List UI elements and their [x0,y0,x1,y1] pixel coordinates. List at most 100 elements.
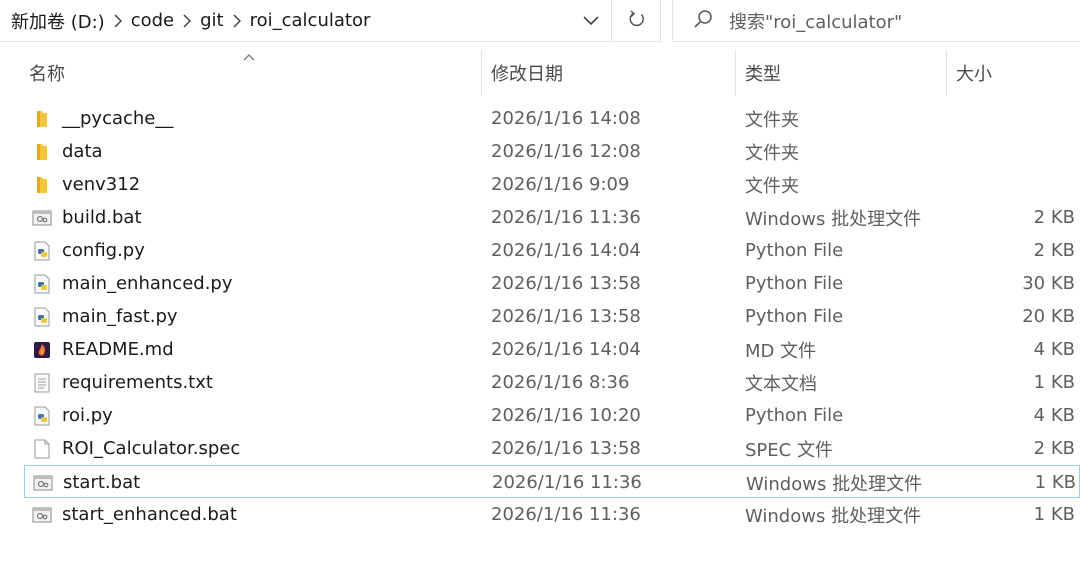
file-type: 文本文档 [745,373,817,395]
file-name: data [62,141,103,162]
file-name: requirements.txt [62,372,213,393]
file-date: 2026/1/16 12:08 [491,141,641,162]
file-size [960,102,1075,135]
column-divider[interactable] [946,50,947,96]
python-file-icon [31,300,53,333]
file-type: Windows 批处理文件 [745,208,922,230]
chevron-right-icon[interactable] [224,0,250,42]
file-name: __pycache__ [62,108,174,129]
file-row[interactable]: start_enhanced.bat 2026/1/16 11:36 Windo… [0,498,1080,531]
batch-file-icon [32,466,54,499]
column-divider[interactable] [735,50,736,96]
batch-file-icon [31,201,53,234]
chevron-down-icon[interactable] [572,0,610,42]
file-size: 2 KB [1033,207,1075,228]
file-type: 文件夹 [745,175,799,197]
file-row[interactable]: venv312 2026/1/16 9:09 文件夹 [0,168,1080,201]
file-type: Windows 批处理文件 [746,473,923,495]
file-date: 2026/1/16 14:08 [491,108,641,129]
file-date: 2026/1/16 13:58 [491,273,641,294]
python-file-icon [31,399,53,432]
file-name: ROI_Calculator.spec [62,438,241,459]
folder-icon [31,168,53,201]
file-row[interactable]: data 2026/1/16 12:08 文件夹 [0,135,1080,168]
search-input[interactable]: 搜索"roi_calculator" [729,8,902,34]
file-date: 2026/1/16 11:36 [491,504,641,525]
file-date: 2026/1/16 13:58 [491,438,641,459]
file-row[interactable]: README.md 2026/1/16 14:04 MD 文件 4 KB [0,333,1080,366]
file-size: 20 KB [1022,306,1075,327]
file-date: 2026/1/16 9:09 [491,174,630,195]
file-type: Python File [745,306,844,327]
file-date: 2026/1/16 14:04 [491,339,641,360]
file-date: 2026/1/16 13:58 [491,306,641,327]
column-divider[interactable] [481,50,482,96]
file-size [960,135,1075,168]
file-date: 2026/1/16 10:20 [491,405,641,426]
file-size: 4 KB [1033,339,1075,360]
column-header-row: 名称 修改日期 类型 大小 [0,50,1080,96]
file-row[interactable]: build.bat 2026/1/16 11:36 Windows 批处理文件 … [0,201,1080,234]
breadcrumb-code[interactable]: code [131,10,174,31]
search-box[interactable]: 搜索"roi_calculator" [672,0,1080,42]
file-row[interactable]: config.py 2026/1/16 14:04 Python File 2 … [0,234,1080,267]
file-name: main_fast.py [62,306,178,327]
file-type: 文件夹 [745,142,799,164]
blank-file-icon [31,432,53,465]
search-icon [693,9,713,33]
chevron-right-icon[interactable] [105,0,131,42]
file-name: venv312 [62,174,141,195]
file-size: 2 KB [1033,240,1075,261]
refresh-icon [628,9,646,33]
sort-ascending-icon [243,46,255,65]
folder-icon [31,102,53,135]
file-date: 2026/1/16 8:36 [491,372,630,393]
file-name: README.md [62,339,174,360]
file-name: roi.py [62,405,113,426]
refresh-button[interactable] [613,0,661,42]
file-type: Python File [745,405,844,426]
file-size: 4 KB [1033,405,1075,426]
file-row[interactable]: __pycache__ 2026/1/16 14:08 文件夹 [0,102,1080,135]
folder-icon [31,135,53,168]
file-size: 1 KB [1033,372,1075,393]
breadcrumb-current-folder[interactable]: roi_calculator [250,10,371,31]
file-name: config.py [62,240,145,261]
file-row[interactable]: ROI_Calculator.spec 2026/1/16 13:58 SPEC… [0,432,1080,465]
file-row[interactable]: roi.py 2026/1/16 10:20 Python File 4 KB [0,399,1080,432]
file-row[interactable]: main_enhanced.py 2026/1/16 13:58 Python … [0,267,1080,300]
address-bar[interactable]: 新加卷 (D:) code git roi_calculator [0,0,612,42]
file-size: 2 KB [1033,438,1075,459]
python-file-icon [31,234,53,267]
file-row-focused[interactable]: start.bat 2026/1/16 11:36 Windows 批处理文件 … [24,465,1080,498]
text-file-icon [31,366,53,399]
file-size [960,168,1075,201]
column-header-type[interactable]: 类型 [738,50,944,96]
file-name: build.bat [62,207,142,228]
file-date: 2026/1/16 11:36 [492,472,642,493]
file-date: 2026/1/16 11:36 [491,207,641,228]
chevron-right-icon[interactable] [174,0,200,42]
column-header-date[interactable]: 修改日期 [484,50,732,96]
file-size: 30 KB [1022,273,1075,294]
file-row[interactable]: main_fast.py 2026/1/16 13:58 Python File… [0,300,1080,333]
file-type: 文件夹 [745,109,799,131]
file-type: Windows 批处理文件 [745,505,922,527]
file-type: Python File [745,240,844,261]
column-header-size[interactable]: 大小 [949,50,1080,96]
file-type: Python File [745,273,844,294]
breadcrumb-drive[interactable]: 新加卷 (D:) [11,8,105,34]
python-file-icon [31,267,53,300]
file-type: SPEC 文件 [745,439,833,461]
file-size: 1 KB [1033,504,1075,525]
file-date: 2026/1/16 14:04 [491,240,641,261]
file-type: MD 文件 [745,340,817,362]
file-row[interactable]: requirements.txt 2026/1/16 8:36 文本文档 1 K… [0,366,1080,399]
markdown-file-icon [31,333,53,366]
batch-file-icon [31,498,53,531]
file-name: start.bat [63,472,141,493]
top-bar: 新加卷 (D:) code git roi_calculator 搜索"roi_… [0,0,1080,42]
file-name: main_enhanced.py [62,273,233,294]
breadcrumb-git[interactable]: git [200,10,223,31]
file-size: 1 KB [1034,472,1076,493]
